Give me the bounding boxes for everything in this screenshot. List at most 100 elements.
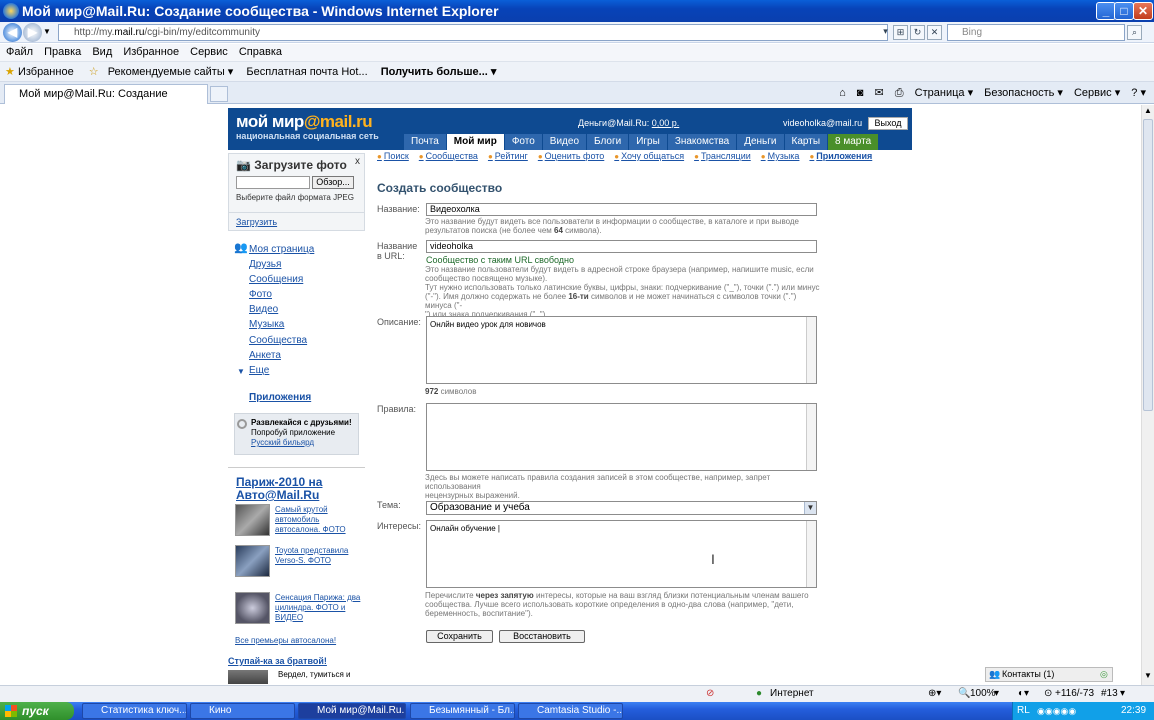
nav-photo[interactable]: Фото	[504, 134, 542, 150]
nav-money[interactable]: Деньги	[737, 134, 784, 150]
cmd-help[interactable]: ? ▾	[1131, 87, 1146, 99]
maximize-button[interactable]: □	[1114, 2, 1134, 20]
stop-icon[interactable]: ✕	[927, 25, 942, 40]
logout-button[interactable]: Выход	[868, 117, 908, 130]
task-camtasia[interactable]: Camtasia Studio -...	[518, 703, 623, 719]
history-dropdown-icon[interactable]: ▼	[43, 27, 51, 36]
next-promo-image[interactable]	[228, 670, 268, 684]
popup-blocked-icon[interactable]: ⊘	[706, 686, 714, 702]
forward-icon[interactable]: ▶	[23, 23, 42, 42]
scroll-down-icon[interactable]: ▼	[1144, 671, 1152, 680]
save-button[interactable]: Сохранить	[426, 630, 493, 643]
subnav-search[interactable]: Поиск	[377, 151, 409, 161]
nav-dating[interactable]: Знакомства	[667, 134, 737, 150]
promo-link[interactable]: Русский бильярд	[251, 438, 314, 447]
interests-scrollbar[interactable]	[806, 521, 816, 587]
url-input[interactable]: http://my.mail.ru/cgi-bin/my/editcommuni…	[58, 24, 888, 41]
tray-lang[interactable]: RL	[1017, 702, 1030, 720]
minimize-button[interactable]: _	[1096, 2, 1116, 20]
fav-suggested-sites[interactable]: Рекомендуемые сайты ▾	[108, 66, 234, 78]
subnav-music[interactable]: Музыка	[761, 151, 800, 161]
subnav-communities[interactable]: Сообщества	[419, 151, 478, 161]
rules-textarea[interactable]	[426, 403, 817, 471]
nav-communities[interactable]: Сообщества	[249, 335, 307, 346]
chevron-down-icon[interactable]: ▼	[804, 502, 816, 514]
search-input[interactable]: Bing	[947, 24, 1125, 41]
page-scrollbar[interactable]: ▲ ▼	[1141, 105, 1154, 685]
upload-submit-link[interactable]: Загрузить	[236, 217, 277, 227]
paris-item-1[interactable]: Самый крутой автомобиль автосалона. ФОТО	[275, 505, 360, 535]
restore-button[interactable]: Восстановить	[499, 630, 585, 643]
add-favorite-icon[interactable]: ☆	[89, 66, 99, 78]
new-tab-button[interactable]	[210, 86, 228, 102]
nav-profile[interactable]: Анкета	[249, 350, 281, 361]
task-untitled[interactable]: Безымянный - Бл...	[410, 703, 515, 719]
tray-icons[interactable]: ◉◉◉◉◉	[1037, 702, 1076, 720]
back-icon[interactable]: ◀	[3, 23, 22, 42]
subnav-rate-photo[interactable]: Оценить фото	[538, 151, 604, 161]
fav-get-more[interactable]: Получить больше... ▾	[381, 66, 497, 78]
url-dropdown-icon[interactable]: ▾	[878, 25, 893, 40]
nav-friends[interactable]: Друзья	[249, 259, 281, 270]
zoom-dropdown-icon[interactable]: ▾	[994, 686, 999, 702]
nav-games[interactable]: Игры	[629, 134, 667, 150]
upload-file-input[interactable]	[236, 176, 310, 189]
cmd-page[interactable]: Страница ▾	[915, 87, 973, 99]
start-button[interactable]: пуск	[0, 702, 74, 720]
menu-tools[interactable]: Сервис	[190, 46, 228, 58]
description-scrollbar[interactable]	[806, 317, 816, 383]
home-icon[interactable]: ⌂	[839, 87, 846, 99]
more-arrow-icon[interactable]: ▼	[237, 367, 245, 376]
menu-favorites[interactable]: Избранное	[123, 46, 179, 58]
rules-scrollbar[interactable]	[806, 404, 816, 470]
menu-edit[interactable]: Правка	[44, 46, 81, 58]
menu-view[interactable]: Вид	[92, 46, 112, 58]
topic-select[interactable]: Образование и учеба ▼	[426, 501, 817, 515]
car-image-2[interactable]	[235, 545, 270, 577]
protected-mode-icon[interactable]: ⊕▾	[928, 686, 941, 702]
favorites-button[interactable]: Избранное	[18, 66, 74, 78]
compat-icon[interactable]: ⊞	[893, 25, 908, 40]
print-icon[interactable]: ⎙	[895, 87, 904, 99]
nav-my-page[interactable]: Моя страница	[249, 244, 314, 255]
money-value-link[interactable]: 0,00 р.	[652, 118, 680, 128]
upload-close-icon[interactable]: x	[355, 156, 360, 167]
subnav-broadcasts[interactable]: Трансляции	[694, 151, 751, 161]
feeds-icon[interactable]: ◙	[857, 87, 864, 99]
scroll-thumb[interactable]	[1143, 119, 1153, 411]
car-image-3[interactable]	[235, 592, 270, 624]
nav-photos[interactable]: Фото	[249, 289, 272, 300]
subnav-want-chat[interactable]: Хочу общаться	[614, 151, 684, 161]
nav-date-badge[interactable]: 8 марта	[828, 134, 879, 150]
mail-icon[interactable]: ✉	[875, 87, 884, 99]
paris-item-2[interactable]: Toyota представила Verso-S. ФОТО	[275, 546, 360, 566]
subnav-apps[interactable]: Приложения	[809, 151, 872, 161]
next-promo-title[interactable]: Ступай-ка за братвой!	[228, 656, 327, 666]
nav-music[interactable]: Музыка	[249, 319, 284, 330]
paris-all-link[interactable]: Все премьеры автосалона!	[235, 636, 336, 645]
site-logo[interactable]: мой мир@mail.ru	[236, 112, 373, 132]
contacts-status-icon[interactable]: ◎	[1100, 668, 1108, 681]
car-image-1[interactable]	[235, 504, 270, 536]
task-stats[interactable]: Статистика ключ...	[82, 703, 187, 719]
nav-maps[interactable]: Карты	[784, 134, 828, 150]
nav-more[interactable]: Еще	[249, 365, 269, 376]
search-icon[interactable]: ⌕	[1127, 25, 1142, 40]
speed-dial-icon[interactable]: ◐▾	[1018, 686, 1029, 702]
close-window-button[interactable]: ✕	[1133, 2, 1153, 20]
menu-file[interactable]: Файл	[6, 46, 33, 58]
browse-button[interactable]: Обзор...	[312, 176, 354, 189]
zoom-level[interactable]: 100%	[970, 686, 996, 702]
description-textarea[interactable]: Онлйн видео урок для новичов	[426, 316, 817, 384]
name-input[interactable]: Видеохолка	[426, 203, 817, 216]
scroll-up-icon[interactable]: ▲	[1144, 106, 1152, 115]
cmd-safety[interactable]: Безопасность ▾	[984, 87, 1063, 99]
menu-help[interactable]: Справка	[239, 46, 282, 58]
subnav-rating[interactable]: Рейтинг	[488, 151, 528, 161]
nav-videos[interactable]: Видео	[249, 304, 278, 315]
fav-hotmail[interactable]: Бесплатная почта Hot...	[246, 66, 367, 78]
nav-blogs[interactable]: Блоги	[587, 134, 629, 150]
contacts-bar[interactable]: 👥 Контакты (1) ◎	[985, 667, 1113, 682]
nav-mail[interactable]: Почта	[404, 134, 446, 150]
nav-messages[interactable]: Сообщения	[249, 274, 303, 285]
